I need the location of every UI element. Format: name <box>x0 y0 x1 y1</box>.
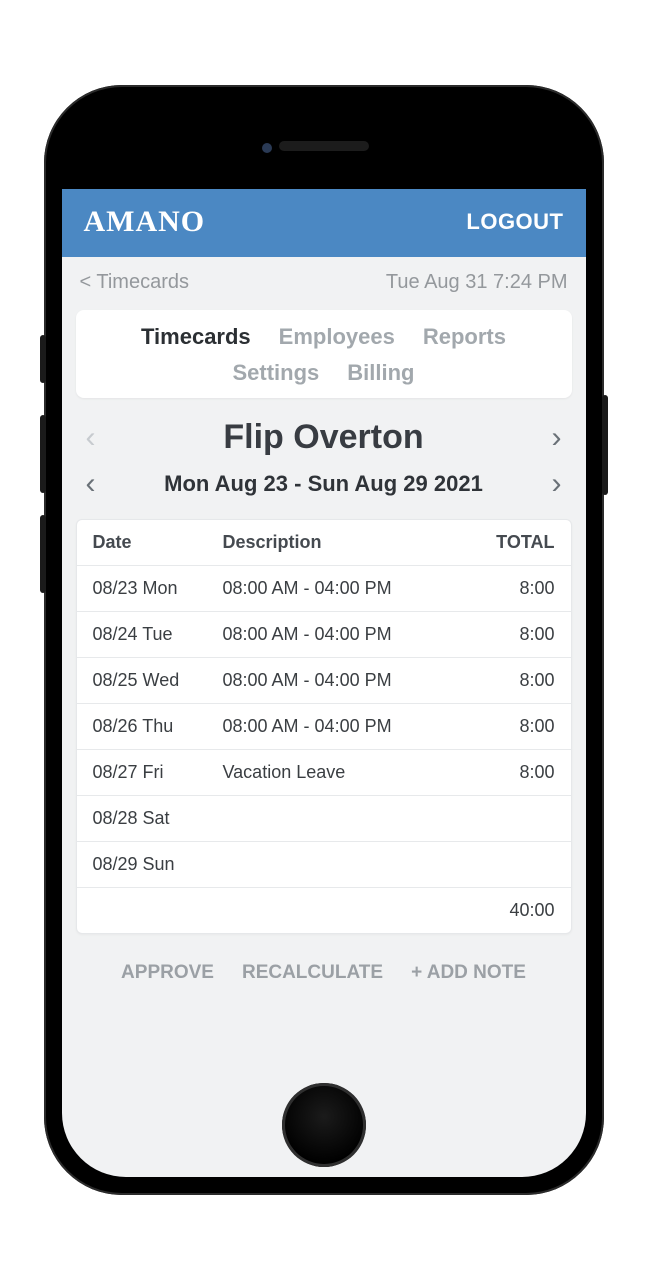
back-link[interactable]: < Timecards <box>80 271 189 294</box>
speaker-grille-icon <box>279 141 369 151</box>
table-row[interactable]: 08/25 Wed 08:00 AM - 04:00 PM 8:00 <box>77 658 571 704</box>
prev-week-icon[interactable]: ‹ <box>82 467 100 501</box>
table-row[interactable]: 08/26 Thu 08:00 AM - 04:00 PM 8:00 <box>77 704 571 750</box>
col-header-date: Date <box>93 532 223 553</box>
home-button-icon <box>282 1083 366 1167</box>
tab-timecards[interactable]: Timecards <box>141 324 251 350</box>
cell-total: 8:00 <box>485 578 555 599</box>
tabs-card: Timecards Employees Reports Settings Bil… <box>76 310 572 398</box>
table-header-row: Date Description TOTAL <box>77 520 571 566</box>
tab-billing[interactable]: Billing <box>347 360 414 386</box>
logout-button[interactable]: LOGOUT <box>466 209 563 235</box>
table-row[interactable]: 08/27 Fri Vacation Leave 8:00 <box>77 750 571 796</box>
phone-top-bezel <box>62 103 586 189</box>
date-range: Mon Aug 23 - Sun Aug 29 2021 <box>164 471 483 497</box>
cell-total <box>485 808 555 829</box>
table-row[interactable]: 08/23 Mon 08:00 AM - 04:00 PM 8:00 <box>77 566 571 612</box>
cell-date: 08/24 Tue <box>93 624 223 645</box>
brand-logo: AMANO <box>84 205 206 239</box>
table-row[interactable]: 08/28 Sat <box>77 796 571 842</box>
cell-date: 08/27 Fri <box>93 762 223 783</box>
phone-frame: AMANO LOGOUT < Timecards Tue Aug 31 7:24… <box>44 85 604 1195</box>
cell-description: 08:00 AM - 04:00 PM <box>223 670 485 691</box>
cell-description <box>223 808 485 829</box>
timecard-table: Date Description TOTAL 08/23 Mon 08:00 A… <box>76 519 572 934</box>
table-row[interactable]: 08/24 Tue 08:00 AM - 04:00 PM 8:00 <box>77 612 571 658</box>
next-week-icon[interactable]: › <box>548 467 566 501</box>
cell-total: 8:00 <box>485 762 555 783</box>
date-range-selector: ‹ Mon Aug 23 - Sun Aug 29 2021 › <box>62 461 586 513</box>
cell-description: Vacation Leave <box>223 762 485 783</box>
cell-total: 8:00 <box>485 716 555 737</box>
cell-total: 8:00 <box>485 670 555 691</box>
prev-employee-icon[interactable]: ‹ <box>82 421 100 455</box>
next-employee-icon[interactable]: › <box>547 421 565 455</box>
employee-name: Flip Overton <box>223 418 423 457</box>
employee-selector: ‹ Flip Overton › <box>62 408 586 461</box>
recalculate-button[interactable]: RECALCULATE <box>242 962 383 984</box>
cell-description <box>223 854 485 875</box>
current-datetime: Tue Aug 31 7:24 PM <box>386 271 568 294</box>
phone-inner: AMANO LOGOUT < Timecards Tue Aug 31 7:24… <box>62 103 586 1177</box>
grand-total: 40:00 <box>485 900 555 921</box>
action-bar: APPROVE RECALCULATE + ADD NOTE <box>62 944 586 1008</box>
tab-settings[interactable]: Settings <box>232 360 319 386</box>
cell-date: 08/26 Thu <box>93 716 223 737</box>
col-header-total: TOTAL <box>485 532 555 553</box>
cell-total <box>485 854 555 875</box>
col-header-description: Description <box>223 532 485 553</box>
subheader: < Timecards Tue Aug 31 7:24 PM <box>62 257 586 304</box>
cell-total: 8:00 <box>485 624 555 645</box>
tab-reports[interactable]: Reports <box>423 324 506 350</box>
cell-date: 08/23 Mon <box>93 578 223 599</box>
table-footer-row: 40:00 <box>77 888 571 933</box>
cell-date: 08/29 Sun <box>93 854 223 875</box>
cell-description: 08:00 AM - 04:00 PM <box>223 578 485 599</box>
cell-date: 08/25 Wed <box>93 670 223 691</box>
cell-description: 08:00 AM - 04:00 PM <box>223 624 485 645</box>
tab-employees[interactable]: Employees <box>279 324 395 350</box>
app-screen: AMANO LOGOUT < Timecards Tue Aug 31 7:24… <box>62 189 586 1177</box>
add-note-button[interactable]: + ADD NOTE <box>411 962 526 984</box>
cell-description: 08:00 AM - 04:00 PM <box>223 716 485 737</box>
cell-date: 08/28 Sat <box>93 808 223 829</box>
approve-button[interactable]: APPROVE <box>121 962 214 984</box>
volume-down-button <box>40 515 46 593</box>
table-row[interactable]: 08/29 Sun <box>77 842 571 888</box>
power-button <box>602 395 608 495</box>
volume-switch <box>40 335 46 383</box>
app-header: AMANO LOGOUT <box>62 189 586 257</box>
front-camera-icon <box>262 143 272 153</box>
volume-up-button <box>40 415 46 493</box>
